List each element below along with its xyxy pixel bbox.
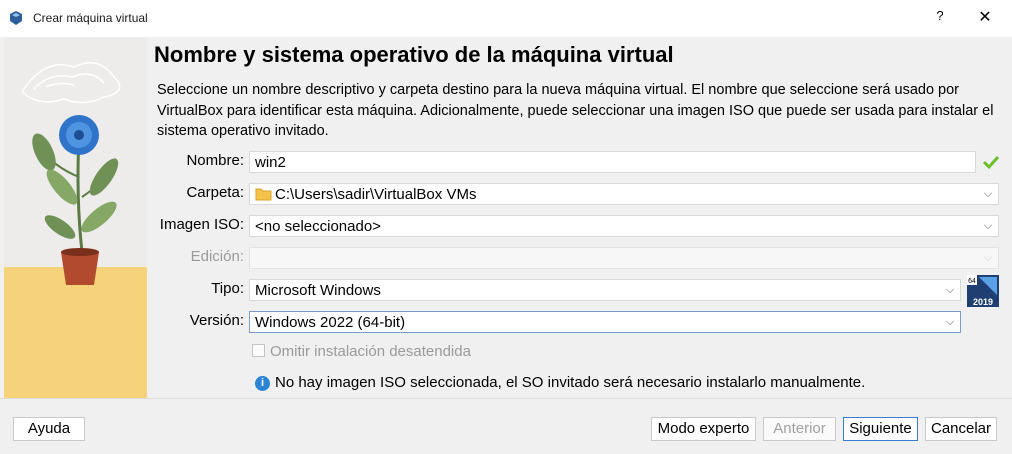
os-badge-bits: 64	[968, 278, 976, 285]
chevron-down-icon: ⌵	[983, 220, 993, 232]
close-button[interactable]: ✕	[971, 7, 999, 29]
iso-value: <no seleccionado>	[255, 218, 381, 235]
cancel-button[interactable]: Cancelar	[925, 417, 997, 441]
edition-combobox: ⌵	[249, 247, 999, 269]
help-button[interactable]: ?	[928, 8, 952, 28]
help-dialog-button[interactable]: Ayuda	[13, 417, 85, 441]
expert-mode-button[interactable]: Modo experto	[651, 417, 756, 441]
type-combobox[interactable]: Microsoft Windows ⌵	[249, 279, 961, 301]
folder-label: Carpeta:	[186, 184, 244, 201]
version-value: Windows 2022 (64-bit)	[255, 314, 406, 331]
chevron-down-icon: ⌵	[945, 316, 955, 328]
iso-label: Imagen ISO:	[159, 216, 244, 233]
valid-check-icon	[982, 155, 1000, 170]
name-label: Nombre:	[186, 152, 244, 169]
type-value: Microsoft Windows	[255, 282, 381, 299]
window-title: Crear máquina virtual	[33, 11, 148, 25]
edition-label: Edición:	[190, 248, 244, 265]
folder-combobox[interactable]: C:\Users\sadir\VirtualBox VMs ⌵	[249, 183, 999, 205]
type-label: Tipo:	[211, 280, 244, 297]
skip-unattended-label: Omitir instalación desatendida	[270, 343, 471, 360]
iso-combobox[interactable]: <no seleccionado> ⌵	[249, 215, 999, 237]
page-description: Seleccione un nombre descriptivo y carpe…	[157, 82, 994, 139]
title-bar: Crear máquina virtual ? ✕	[0, 0, 1012, 37]
virtualbox-icon	[10, 11, 22, 25]
chevron-down-icon: ⌵	[945, 284, 955, 296]
os-type-icon: 64 2019	[967, 275, 999, 307]
chevron-down-icon: ⌵	[983, 252, 993, 264]
back-button[interactable]: Anterior	[763, 417, 836, 441]
info-message: i No hay imagen ISO seleccionada, el SO i…	[255, 374, 865, 391]
folder-icon	[255, 188, 272, 201]
info-text: No hay imagen ISO seleccionada, el SO in…	[275, 374, 866, 391]
os-badge-year: 2019	[973, 297, 993, 307]
page-title: Nombre y sistema operativo de la máquina…	[154, 42, 674, 67]
chevron-down-icon: ⌵	[983, 188, 993, 200]
folder-value: C:\Users\sadir\VirtualBox VMs	[275, 186, 477, 203]
name-value: win2	[255, 154, 286, 171]
wizard-illustration	[4, 37, 147, 398]
version-label: Versión:	[189, 312, 244, 329]
version-combobox[interactable]: Windows 2022 (64-bit) ⌵	[249, 311, 961, 333]
checkbox-icon	[252, 344, 265, 357]
next-button[interactable]: Siguiente	[843, 417, 918, 441]
info-icon: i	[255, 376, 270, 391]
skip-unattended-checkbox: Omitir instalación desatendida	[252, 343, 471, 360]
name-input[interactable]: win2	[249, 151, 976, 173]
